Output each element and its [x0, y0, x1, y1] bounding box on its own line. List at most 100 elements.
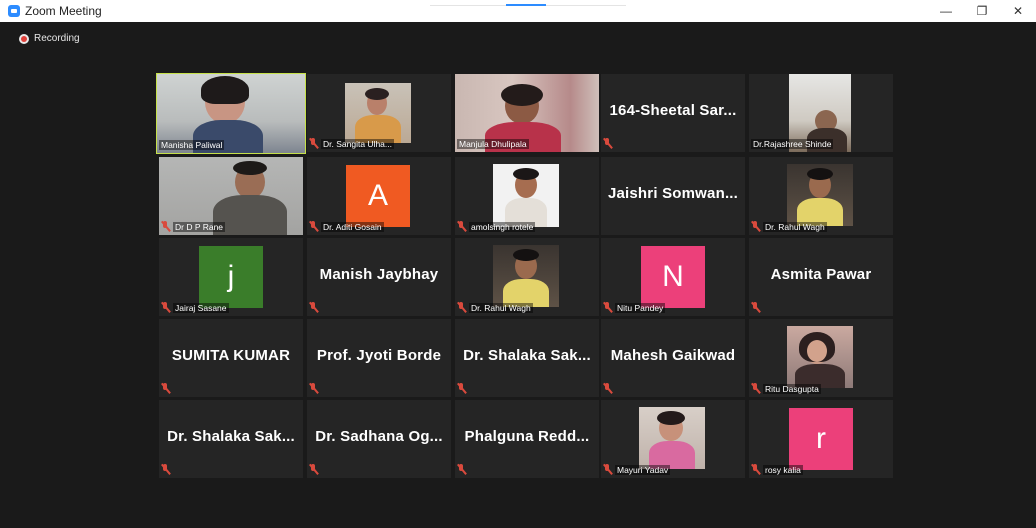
participant-name-tag: Dr D P Rane — [161, 220, 226, 233]
participant-name-tag: Dr. Sangita Ulha... — [309, 137, 394, 150]
video-tile-manisha-paliwal[interactable]: Manisha Paliwal — [156, 73, 306, 154]
avatar-initial: r — [789, 408, 853, 470]
video-tile-jaishri[interactable]: Jaishri Somwan... — [601, 157, 745, 235]
participant-name-tag — [457, 463, 466, 476]
participant-display-name: Asmita Pawar — [770, 266, 872, 283]
window-controls: — ❐ ✕ — [928, 0, 1036, 22]
active-indicator — [506, 4, 546, 6]
participant-name: Dr. Rahul Wagh — [469, 302, 533, 313]
recording-indicator[interactable]: Recording — [19, 33, 80, 44]
participant-display-name: Manish Jaybhay — [319, 266, 439, 283]
muted-mic-icon — [161, 383, 170, 394]
minimize-button[interactable]: — — [928, 0, 964, 22]
participant-name: Jairaj Sasane — [173, 302, 229, 313]
profile-photo — [639, 407, 705, 469]
participant-name: Ritu Dasgupta — [763, 383, 821, 394]
participant-display-name: Mahesh Gaikwad — [610, 347, 736, 364]
participant-display-name: Dr. Shalaka Sak... — [463, 347, 591, 364]
participant-name-tag: Dr.Rajashree Shinde — [751, 137, 834, 150]
video-tile-nitu-pandey[interactable]: N Nitu Pandey — [601, 238, 745, 316]
participant-name: Manjula Dhulipala — [457, 138, 529, 149]
participant-display-name: Dr. Shalaka Sak... — [167, 428, 295, 445]
participant-display-name: Prof. Jyoti Borde — [316, 347, 442, 364]
participant-display-name: Jaishri Somwan... — [607, 185, 739, 202]
video-tile-manish[interactable]: Manish Jaybhay — [307, 238, 451, 316]
profile-photo — [787, 326, 853, 388]
video-tile-jairaj[interactable]: j Jairaj Sasane — [159, 238, 303, 316]
gallery-grid: Manisha Paliwal Dr. Sangita Ulha... Manj… — [156, 73, 893, 478]
participant-name-tag: Dr. Rahul Wagh — [457, 301, 533, 314]
muted-mic-icon — [751, 221, 760, 232]
video-tile-dp-rane[interactable]: Dr D P Rane — [159, 157, 303, 235]
video-tile-sheetal[interactable]: 164-Sheetal Sar... — [601, 74, 745, 152]
video-tile-jyoti[interactable]: Prof. Jyoti Borde — [307, 319, 451, 397]
muted-mic-icon — [309, 383, 318, 394]
video-tile-sangita[interactable]: Dr. Sangita Ulha... — [307, 74, 451, 152]
participant-name: Dr D P Rane — [173, 221, 226, 232]
participant-name: Dr. Aditi Gosain — [321, 221, 384, 232]
muted-mic-icon — [457, 464, 466, 475]
video-tile-phalguna[interactable]: Phalguna Redd... — [455, 400, 599, 478]
participant-name-tag: Dr. Rahul Wagh — [751, 220, 827, 233]
participant-name-tag — [751, 301, 760, 314]
participant-display-name: Phalguna Redd... — [464, 428, 590, 445]
video-tile-sumita[interactable]: SUMITA KUMAR — [159, 319, 303, 397]
record-icon — [19, 33, 29, 44]
participant-name-tag — [161, 382, 170, 395]
participant-display-name: SUMITA KUMAR — [171, 347, 291, 364]
muted-mic-icon — [161, 221, 170, 232]
video-tile-manjula[interactable]: Manjula Dhulipala — [455, 74, 599, 152]
video-tile-shalaka-2[interactable]: Dr. Shalaka Sak... — [159, 400, 303, 478]
video-tile-sadhana[interactable]: Dr. Sadhana Og... — [307, 400, 451, 478]
avatar-initial: A — [346, 165, 410, 227]
participant-name-tag — [309, 301, 318, 314]
participant-name-tag: rosy kalia — [751, 463, 803, 476]
title-bar: Zoom Meeting — ❐ ✕ — [0, 0, 1036, 22]
muted-mic-icon — [603, 138, 612, 149]
participant-name-tag: Manjula Dhulipala — [457, 137, 529, 150]
participant-name: Nitu Pandey — [615, 302, 666, 313]
muted-mic-icon — [161, 464, 170, 475]
video-tile-rahul-wagh-2[interactable]: Dr. Rahul Wagh — [455, 238, 599, 316]
muted-mic-icon — [309, 138, 318, 149]
participant-name-tag: amolsingh rotele — [457, 220, 536, 233]
participant-name-tag — [309, 382, 318, 395]
video-tile-mayuri[interactable]: Mayuri Yadav — [601, 400, 745, 478]
participant-name-tag: Dr. Aditi Gosain — [309, 220, 384, 233]
recording-label: Recording — [34, 33, 80, 44]
video-tile-mahesh[interactable]: Mahesh Gaikwad — [601, 319, 745, 397]
participant-name: Mayuri Yadav — [615, 464, 671, 475]
video-tile-rosy-kalia[interactable]: r rosy kalia — [749, 400, 893, 478]
video-tile-shalaka-1[interactable]: Dr. Shalaka Sak... — [455, 319, 599, 397]
muted-mic-icon — [161, 302, 170, 313]
video-tile-rajashree[interactable]: Dr.Rajashree Shinde — [749, 74, 893, 152]
muted-mic-icon — [309, 221, 318, 232]
profile-photo — [493, 164, 559, 227]
restore-button[interactable]: ❐ — [964, 0, 1000, 22]
zoom-app-icon — [8, 5, 20, 17]
participant-name-tag: Jairaj Sasane — [161, 301, 229, 314]
video-tile-rahul-wagh-1[interactable]: Dr. Rahul Wagh — [749, 157, 893, 235]
avatar-initial: j — [199, 246, 263, 308]
participant-display-name: Dr. Sadhana Og... — [315, 428, 443, 445]
close-button[interactable]: ✕ — [1000, 0, 1036, 22]
video-tile-ritu[interactable]: Ritu Dasgupta — [749, 319, 893, 397]
video-tile-amolsingh[interactable]: amolsingh rotele — [455, 157, 599, 235]
muted-mic-icon — [457, 302, 466, 313]
participant-name-tag — [603, 137, 612, 150]
muted-mic-icon — [751, 302, 760, 313]
participant-name-tag — [457, 382, 466, 395]
participant-name-tag — [161, 463, 170, 476]
muted-mic-icon — [309, 464, 318, 475]
profile-photo — [787, 164, 853, 226]
profile-photo — [345, 83, 411, 143]
participant-name-tag: Nitu Pandey — [603, 301, 666, 314]
muted-mic-icon — [457, 383, 466, 394]
muted-mic-icon — [603, 383, 612, 394]
participant-name: Dr. Sangita Ulha... — [321, 138, 394, 149]
avatar-initial: N — [641, 246, 705, 308]
participant-name-tag: Manisha Paliwal — [159, 138, 225, 151]
video-tile-aditi-gosain[interactable]: A Dr. Aditi Gosain — [307, 157, 451, 235]
participant-name: Dr. Rahul Wagh — [763, 221, 827, 232]
video-tile-asmita[interactable]: Asmita Pawar — [749, 238, 893, 316]
